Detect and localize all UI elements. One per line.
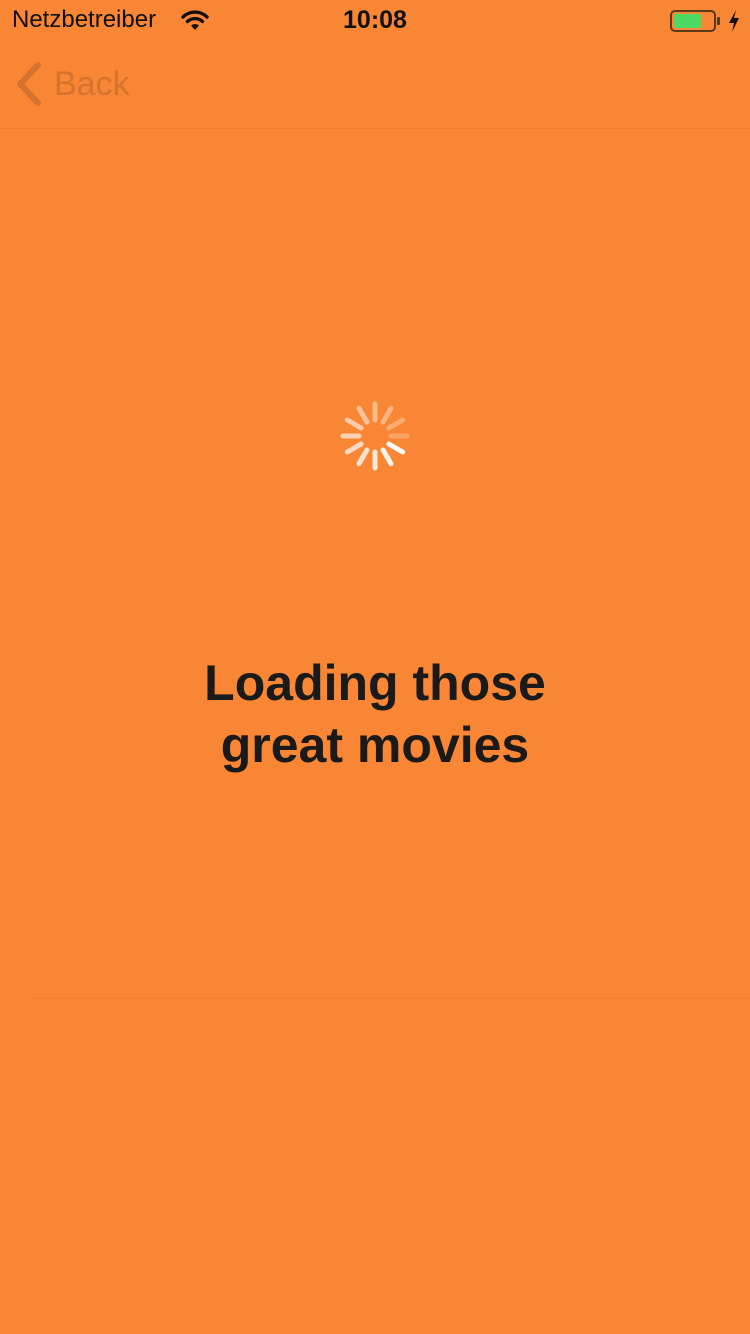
divider — [30, 998, 750, 999]
spinner-spoke — [386, 441, 406, 455]
spinner-spoke — [380, 447, 394, 467]
loading-message: Loading those great movies — [0, 652, 750, 776]
status-time: 10:08 — [343, 6, 407, 34]
spinner-spoke — [344, 417, 364, 431]
loading-message-line-1: Loading those — [204, 655, 546, 711]
spinner-spoke — [386, 417, 406, 431]
status-bar: Netzbetreiber 10:08 — [0, 0, 750, 40]
back-label: Back — [54, 65, 130, 103]
spinner-spoke — [356, 447, 370, 467]
battery-charging-icon — [670, 10, 720, 32]
spinner-spoke — [344, 441, 364, 455]
back-button[interactable]: Back — [14, 60, 130, 108]
charging-bolt-icon — [729, 10, 739, 32]
spinner-spoke — [356, 405, 370, 425]
chevron-left-icon — [17, 62, 41, 106]
loading-message-line-2: great movies — [220, 717, 530, 773]
spinner-spoke — [380, 405, 394, 425]
activity-spinner-icon — [340, 401, 410, 471]
navigation-bar: Back — [0, 40, 750, 129]
